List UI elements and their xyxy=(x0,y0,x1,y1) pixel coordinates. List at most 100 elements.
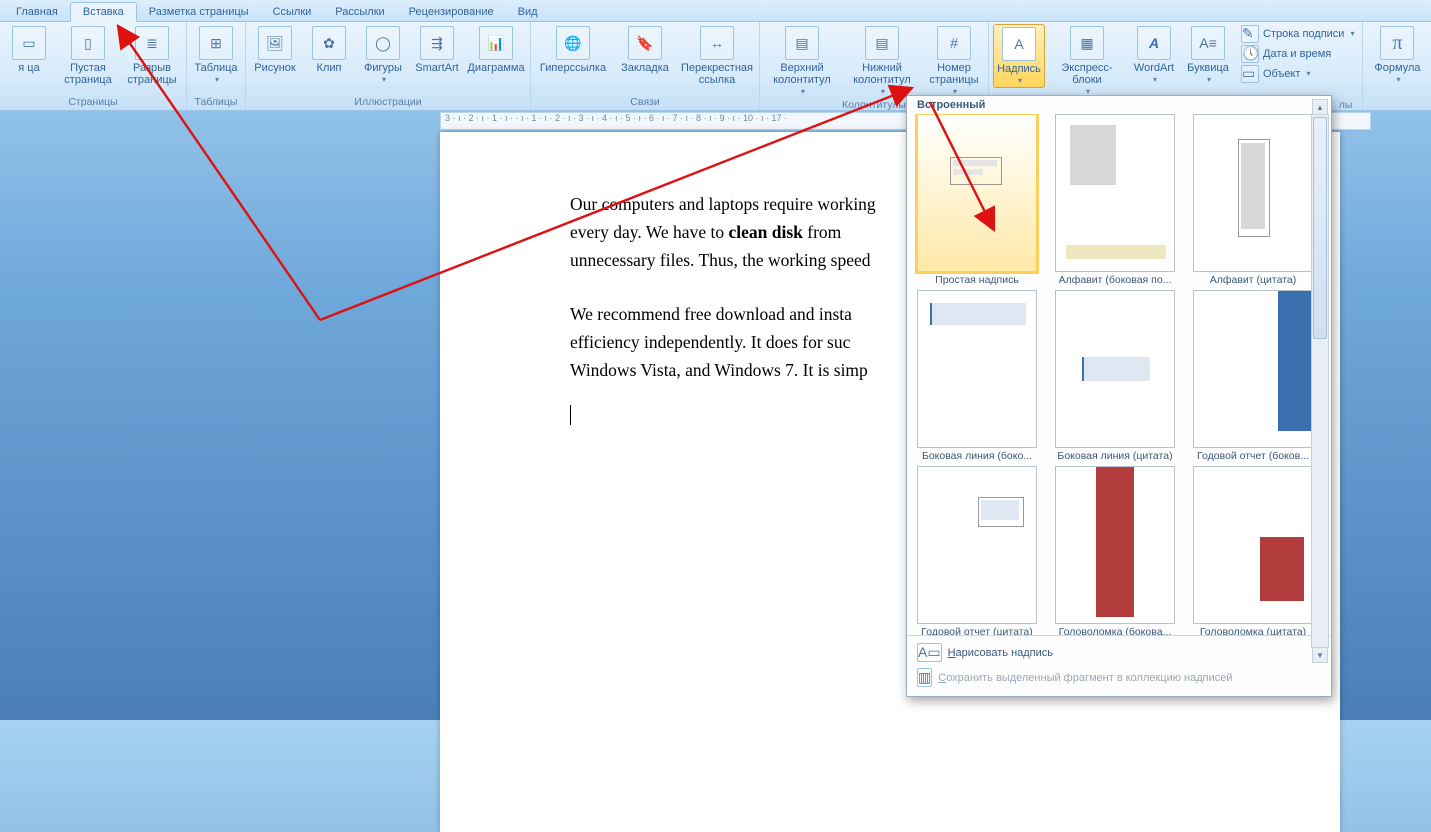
scroll-thumb[interactable] xyxy=(1313,117,1327,339)
wordart-icon: A xyxy=(1137,26,1171,60)
gallery-item-puzzle-quote[interactable]: Головоломка (цитата) xyxy=(1189,466,1317,635)
gallery-item-alphabet-sidebar[interactable]: Алфавит (боковая по... xyxy=(1051,114,1179,286)
header-button[interactable]: ▤Верхний колонтитул▾ xyxy=(764,24,840,98)
caption: Головоломка (цитата) xyxy=(1200,626,1306,635)
text-run: unnecessary files. Thus, the working spe… xyxy=(570,250,871,270)
gallery-scrollbar[interactable]: ▲ ▼ xyxy=(1311,114,1329,648)
scroll-down-icon[interactable]: ▼ xyxy=(1312,647,1328,663)
label: Нижний колонтитул xyxy=(846,62,918,86)
dropcap-icon: A≡ xyxy=(1191,26,1225,60)
label: Дата и время xyxy=(1263,47,1331,61)
tab-view[interactable]: Вид xyxy=(506,3,550,21)
quickparts-button[interactable]: ▦Экспресс-блоки▾ xyxy=(1049,24,1125,98)
crossref-button[interactable]: ↔Перекрестная ссылка xyxy=(679,24,755,86)
page-break-button[interactable]: ≣Разрыв страницы xyxy=(122,24,182,86)
chevron-down-icon: ▾ xyxy=(1207,74,1211,86)
cover-page-button-partial[interactable]: ▭я ца xyxy=(4,24,54,74)
draw-textbox-icon: A▭ xyxy=(917,643,942,662)
group-label xyxy=(1367,95,1431,110)
chevron-down-icon: ▾ xyxy=(1306,67,1310,81)
footer-icon: ▤ xyxy=(865,26,899,60)
textbox-button[interactable]: AНадпись▾ xyxy=(993,24,1045,88)
text-run: Our computers and laptops require workin… xyxy=(570,194,876,214)
gallery-item-alphabet-quote[interactable]: Алфавит (цитата) xyxy=(1189,114,1317,286)
equation-button[interactable]: πФормула▾ xyxy=(1367,24,1427,86)
gallery-item-annual-sidebar[interactable]: Годовой отчет (боков... xyxy=(1189,290,1317,462)
tab-review[interactable]: Рецензирование xyxy=(397,3,506,21)
label: Верхний колонтитул xyxy=(766,62,838,86)
gallery-item-puzzle-sidebar[interactable]: Головоломка (бокова... xyxy=(1051,466,1179,635)
label: Гиперссылка xyxy=(540,62,606,74)
shapes-icon: ◯ xyxy=(366,26,400,60)
tab-references[interactable]: Ссылки xyxy=(261,3,324,21)
date-time-button[interactable]: 🕔 Дата и время xyxy=(1237,44,1358,64)
label: Закладка xyxy=(621,62,669,74)
label: Объект xyxy=(1263,67,1300,81)
bookmark-button[interactable]: 🔖 Закладка xyxy=(615,24,675,74)
caption: Годовой отчет (цитата) xyxy=(921,626,1032,635)
group-symbols: πФормула▾ ΩСимвол▾ xyxy=(1363,22,1431,110)
tab-home[interactable]: Главная xyxy=(4,3,70,21)
object-button[interactable]: ▭ Объект ▾ xyxy=(1237,64,1358,84)
picture-button[interactable]: 🖼Рисунок xyxy=(250,24,300,74)
gallery-item-annual-quote[interactable]: Годовой отчет (цитата) xyxy=(913,466,1041,635)
label: Перекрестная ссылка xyxy=(681,62,753,86)
chart-button[interactable]: 📊 Диаграмма xyxy=(466,24,526,74)
group-illustrations: 🖼Рисунок ✿Клип ◯Фигуры▾ ⇶ SmartArt 📊 Диагр… xyxy=(246,22,531,110)
textbox-gallery-dropdown: Встроенный Простая надпись Алфавит (боко… xyxy=(906,95,1332,697)
chart-icon: 📊 xyxy=(479,26,513,60)
page-number-button[interactable]: #Номер страницы▾ xyxy=(924,24,984,98)
text-run: from xyxy=(803,222,841,242)
group-label: Страницы xyxy=(4,95,182,110)
table-button[interactable]: ⊞Таблица▾ xyxy=(191,24,241,86)
text-run: We recommend free download and insta xyxy=(570,304,852,324)
clip-button[interactable]: ✿Клип xyxy=(304,24,354,74)
dropcap-button[interactable]: A≡Буквица▾ xyxy=(1183,24,1233,86)
text-run: Windows Vista, and Windows 7. It is simp xyxy=(570,360,868,380)
tab-insert[interactable]: Вставка xyxy=(70,2,137,22)
label: Рисунок xyxy=(254,62,296,74)
table-icon: ⊞ xyxy=(199,26,233,60)
label: Диаграмма xyxy=(467,62,524,74)
hyperlink-button[interactable]: 🌐 Гиперссылка xyxy=(535,24,611,74)
footer-button[interactable]: ▤Нижний колонтитул▾ xyxy=(844,24,920,98)
smartart-button[interactable]: ⇶ SmartArt xyxy=(412,24,462,74)
text-run-bold: clean disk xyxy=(728,222,802,242)
save-selection-icon: ▥ xyxy=(917,668,932,687)
clip-icon: ✿ xyxy=(312,26,346,60)
wordart-button[interactable]: AWordArt▾ xyxy=(1129,24,1179,86)
gallery-grid: Простая надпись Алфавит (боковая по... А… xyxy=(907,114,1331,635)
text-run: efficiency independently. It does for su… xyxy=(570,332,850,352)
shapes-button[interactable]: ◯Фигуры▾ xyxy=(358,24,408,86)
label: Надпись xyxy=(997,63,1041,75)
signature-line-button[interactable]: ✎Строка подписи▾ xyxy=(1237,24,1358,44)
gallery-item-sideline-quote[interactable]: Боковая линия (цитата) xyxy=(1051,290,1179,462)
chevron-down-icon: ▾ xyxy=(801,86,805,98)
scroll-up-icon[interactable]: ▲ xyxy=(1312,99,1328,115)
tab-mailings[interactable]: Рассылки xyxy=(323,3,396,21)
gallery-item-simple-textbox[interactable]: Простая надпись xyxy=(913,114,1041,286)
label: Нарисовать надпись xyxy=(948,647,1053,659)
chevron-down-icon: ▾ xyxy=(382,74,386,86)
bookmark-icon: 🔖 xyxy=(628,26,662,60)
chevron-down-icon: ▾ xyxy=(1396,74,1400,86)
chevron-down-icon: ▾ xyxy=(215,74,219,86)
draw-textbox-button[interactable]: A▭ Нарисовать надпись xyxy=(913,640,1325,665)
page-icon: ▭ xyxy=(12,26,46,60)
smartart-icon: ⇶ xyxy=(420,26,454,60)
tab-page-layout[interactable]: Разметка страницы xyxy=(137,3,261,21)
label: Строка подписи xyxy=(1263,27,1344,41)
label: SmartArt xyxy=(415,62,458,74)
textbox-icon: A xyxy=(1002,27,1036,61)
header-icon: ▤ xyxy=(785,26,819,60)
hyperlink-icon: 🌐 xyxy=(556,26,590,60)
group-label: Связи xyxy=(535,95,755,110)
save-selection-button: ▥ Сохранить выделенный фрагмент в коллек… xyxy=(913,665,1325,690)
label: Сохранить выделенный фрагмент в коллекци… xyxy=(938,672,1232,684)
text-cursor xyxy=(570,405,571,425)
blank-page-button[interactable]: ▯Пустая страница xyxy=(58,24,118,86)
datetime-icon: 🕔 xyxy=(1241,45,1259,63)
gallery-item-sideline-sidebar[interactable]: Боковая линия (боко... xyxy=(913,290,1041,462)
object-icon: ▭ xyxy=(1241,65,1259,83)
group-label: Таблицы xyxy=(191,95,241,110)
